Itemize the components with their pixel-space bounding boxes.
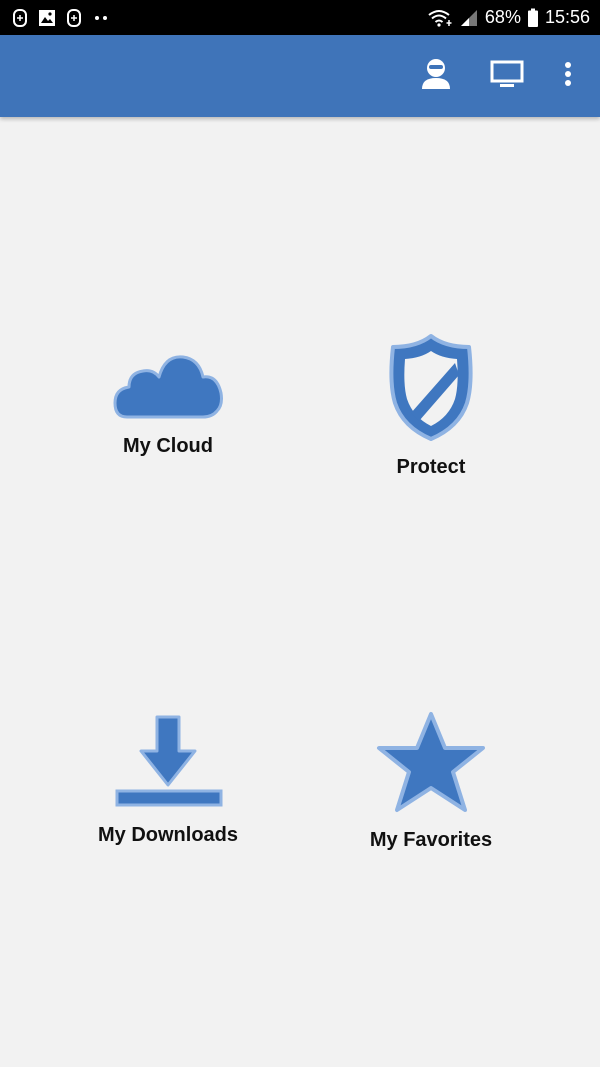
tile-my-cloud[interactable]: My Cloud	[48, 345, 288, 458]
image-notification-icon	[38, 9, 56, 27]
app-notification-icon	[66, 8, 82, 28]
battery-icon	[527, 8, 539, 28]
tile-label: My Favorites	[369, 829, 493, 851]
more-vert-icon	[564, 61, 572, 92]
account-button[interactable]	[410, 35, 462, 117]
shield-icon	[389, 333, 473, 446]
tile-my-favorites[interactable]: My Favorites	[311, 710, 551, 852]
tile-label: My Cloud	[123, 435, 213, 457]
notification-icons	[12, 0, 110, 35]
app-notification-icon	[12, 8, 28, 28]
cast-screen-button[interactable]	[482, 35, 532, 117]
signal-icon	[459, 8, 479, 28]
cloud-icon	[113, 345, 223, 425]
more-options-button[interactable]	[548, 35, 588, 117]
account-icon	[421, 58, 451, 95]
tile-label: My Downloads	[97, 824, 238, 846]
more-notifications-icon	[92, 14, 110, 22]
clock: 15:56	[544, 7, 590, 27]
screen-icon	[490, 60, 524, 93]
download-icon	[113, 713, 223, 814]
tile-my-downloads[interactable]: My Downloads	[48, 713, 288, 847]
app-bar	[0, 35, 600, 117]
tile-label: Protect	[396, 456, 466, 478]
tile-protect[interactable]: Protect	[311, 333, 551, 479]
star-icon	[375, 710, 487, 819]
system-status: 68% 15:56	[427, 0, 590, 35]
battery-percent: 68%	[484, 7, 521, 27]
wifi-icon	[427, 8, 453, 28]
status-bar: 68% 15:56	[0, 0, 600, 35]
